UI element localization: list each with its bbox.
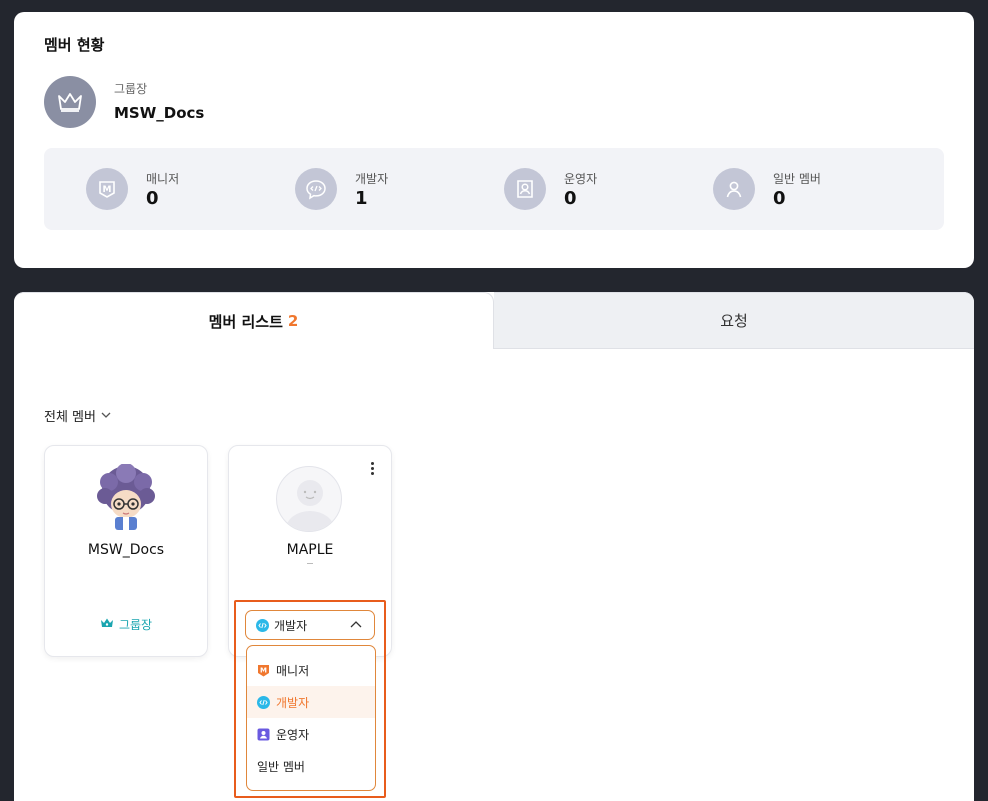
member-status-card: 멤버 현황 그룹장 MSW_Docs M 매니저 0 개발자 1 운영자 0 일…: [14, 12, 974, 268]
stat-label: 매니저: [146, 172, 180, 186]
stat-value: 0: [564, 188, 577, 209]
member-role: 그룹장: [45, 616, 207, 633]
svg-text:M: M: [103, 185, 112, 195]
role-option-label: 운영자: [276, 727, 310, 742]
member-filter-dropdown[interactable]: 전체 멤버: [44, 406, 111, 425]
leader-role-label: 그룹장: [114, 82, 148, 96]
filter-label: 전체 멤버: [44, 410, 96, 425]
member-name: MAPLE: [286, 542, 334, 558]
developer-icon: [257, 695, 270, 709]
developer-icon: [295, 168, 337, 210]
role-option-label: 개발자: [276, 695, 310, 710]
default-avatar: [276, 466, 342, 532]
tab-label: 멤버 리스트: [208, 312, 283, 331]
manager-icon: M: [86, 168, 128, 210]
leader-name: MSW_Docs: [114, 104, 205, 122]
member-name: MSW_Docs: [87, 542, 165, 558]
role-option-manager[interactable]: M 매니저: [247, 654, 375, 686]
role-dropdown-menu: M 매니저 개발자 운영자 일반 멤버: [246, 645, 376, 791]
stat-label: 일반 멤버: [773, 172, 821, 186]
developer-icon: [256, 618, 269, 632]
svg-text:M: M: [260, 666, 267, 674]
member-role-label: 그룹장: [118, 618, 153, 632]
role-select-value: 개발자: [274, 618, 308, 633]
role-option-general-member[interactable]: 일반 멤버: [247, 750, 375, 782]
member-icon: [713, 168, 755, 210]
role-option-label: 매니저: [276, 663, 310, 678]
manager-icon: M: [257, 664, 270, 677]
role-option-label: 일반 멤버: [257, 759, 305, 774]
operator-icon: [257, 728, 270, 741]
more-options-icon[interactable]: [365, 458, 379, 478]
chevron-up-icon: [350, 619, 362, 633]
character-avatar: [93, 463, 159, 532]
role-option-developer[interactable]: 개발자: [247, 686, 375, 718]
stat-value: 1: [355, 188, 368, 209]
stat-value: 0: [773, 188, 786, 209]
status-title: 멤버 현황: [44, 36, 105, 54]
stat-value: 0: [146, 188, 159, 209]
operator-icon: [504, 168, 546, 210]
role-option-operator[interactable]: 운영자: [247, 718, 375, 750]
stat-label: 운영자: [564, 172, 598, 186]
member-detail-placeholder: [307, 563, 313, 564]
role-select[interactable]: 개발자: [245, 610, 375, 640]
member-count-badge: 2: [287, 312, 299, 330]
member-list-card: 멤버 리스트 2 요청 전체 멤버 MSW_Docs 그룹장 MAPLE: [14, 292, 974, 801]
role-stats: M 매니저 0 개발자 1 운영자 0 일반 멤버 0: [44, 148, 944, 230]
crown-icon: [100, 617, 114, 632]
chevron-down-icon: [101, 408, 111, 423]
crown-icon: [44, 76, 96, 128]
tab-member-list[interactable]: 멤버 리스트 2: [14, 292, 494, 349]
tab-requests[interactable]: 요청: [494, 292, 974, 349]
member-card[interactable]: MSW_Docs 그룹장: [44, 445, 208, 657]
tab-label: 요청: [720, 312, 748, 330]
stat-label: 개발자: [355, 172, 389, 186]
